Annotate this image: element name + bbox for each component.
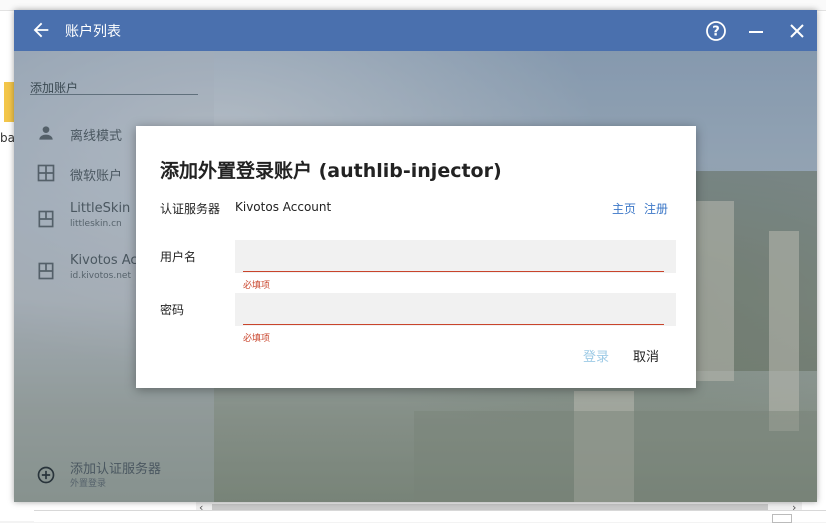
svg-text:?: ?	[712, 25, 720, 40]
username-underline	[243, 271, 664, 272]
username-label: 用户名	[160, 250, 197, 264]
help-circle-icon[interactable]: ?	[704, 19, 728, 43]
server-value: Kivotos Account	[235, 200, 332, 214]
username-field[interactable]	[235, 240, 676, 273]
title-bar: 账户列表 ?	[14, 10, 817, 51]
dialog-title: 添加外置登录账户 (authlib-injector)	[160, 160, 502, 182]
password-label: 密码	[160, 303, 185, 317]
login-button[interactable]: 登录	[583, 346, 609, 365]
add-account-dialog: 添加外置登录账户 (authlib-injector) 认证服务器 Kivoto…	[136, 126, 696, 388]
minimize-icon[interactable]	[744, 19, 768, 43]
password-error: 必填项	[243, 334, 271, 344]
cancel-button[interactable]: 取消	[633, 346, 659, 365]
register-link[interactable]: 注册	[644, 200, 668, 217]
window-title: 账户列表	[65, 24, 121, 40]
folder-icon[interactable]	[4, 82, 14, 122]
server-label: 认证服务器	[160, 202, 221, 216]
username-error: 必填项	[243, 281, 271, 291]
password-underline	[243, 324, 664, 325]
homepage-link[interactable]: 主页	[612, 200, 636, 217]
desktop-partial-label: ba	[0, 131, 15, 145]
password-field[interactable]	[235, 293, 676, 326]
desktop-small-box	[772, 514, 792, 523]
close-icon[interactable]	[785, 19, 809, 43]
desktop-bottom-strip	[34, 510, 826, 522]
back-arrow-icon[interactable]	[30, 19, 52, 41]
